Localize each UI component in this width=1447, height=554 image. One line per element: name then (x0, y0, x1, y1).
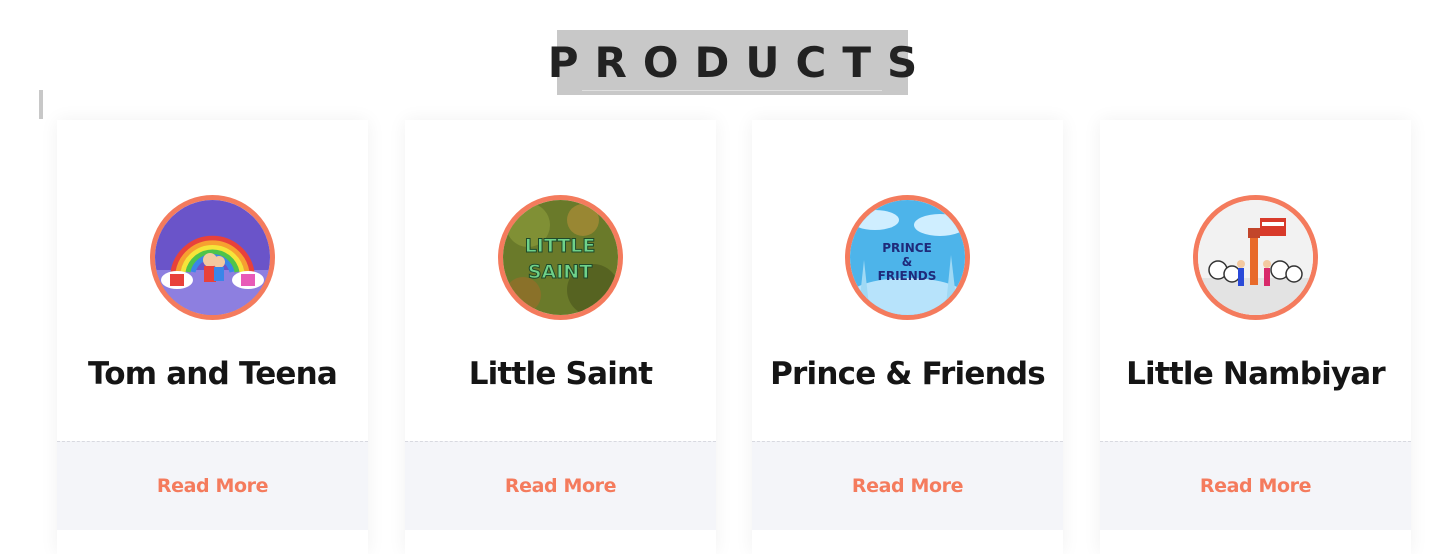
card-footer: Read More (1100, 441, 1411, 530)
product-name: Little Nambiyar (1126, 356, 1386, 392)
title-underline (582, 90, 882, 91)
rainbow-cartoon-thumbnail-icon-graphic (155, 200, 270, 315)
read-more-link[interactable]: Read More (1200, 475, 1312, 497)
card-footer: Read More (752, 441, 1063, 530)
image-text-2: & (902, 255, 912, 269)
card-footer: Read More (405, 441, 716, 530)
little-saint-title-thumbnail-icon-graphic: LITTLE SAINT (503, 200, 618, 315)
little-nambiyar-cartoon-thumbnail-icon-graphic (1198, 200, 1313, 315)
little-nambiyar-cartoon-thumbnail-icon[interactable] (1193, 195, 1318, 320)
side-accent-bar (39, 90, 43, 119)
read-more-link[interactable]: Read More (157, 475, 269, 497)
prince-friends-title-thumbnail-icon-graphic: PRINCE & FRIENDS (850, 200, 965, 315)
product-card-little-saint: LITTLE SAINT Little Saint Read More (405, 120, 716, 554)
product-name: Prince & Friends (770, 356, 1046, 392)
read-more-link[interactable]: Read More (852, 475, 964, 497)
little-saint-title-thumbnail-icon[interactable]: LITTLE SAINT (498, 195, 623, 320)
product-name: Little Saint (468, 356, 653, 392)
image-text-2: SAINT (528, 261, 592, 283)
rainbow-cartoon-thumbnail-icon[interactable] (150, 195, 275, 320)
product-cards: Tom and Teena Read More LITTLE SAINT Lit… (0, 120, 1447, 554)
image-text-1: PRINCE (882, 241, 932, 255)
product-card-tom-and-teena: Tom and Teena Read More (57, 120, 368, 554)
card-footer: Read More (57, 441, 368, 530)
read-more-link[interactable]: Read More (505, 475, 617, 497)
product-name: Tom and Teena (87, 356, 338, 392)
image-text-3: FRIENDS (878, 269, 937, 283)
prince-friends-title-thumbnail-icon[interactable]: PRINCE & FRIENDS (845, 195, 970, 320)
product-card-little-nambiyar: Little Nambiyar Read More (1100, 120, 1411, 554)
section-title: PRODUCTS (548, 30, 917, 95)
products-section: PRODUCTS Tom and Teena Read More LITTLE … (0, 0, 1447, 554)
product-card-prince-and-friends: PRINCE & FRIENDS Prince & Friends Read M… (752, 120, 1063, 554)
image-text-1: LITTLE (525, 235, 596, 257)
